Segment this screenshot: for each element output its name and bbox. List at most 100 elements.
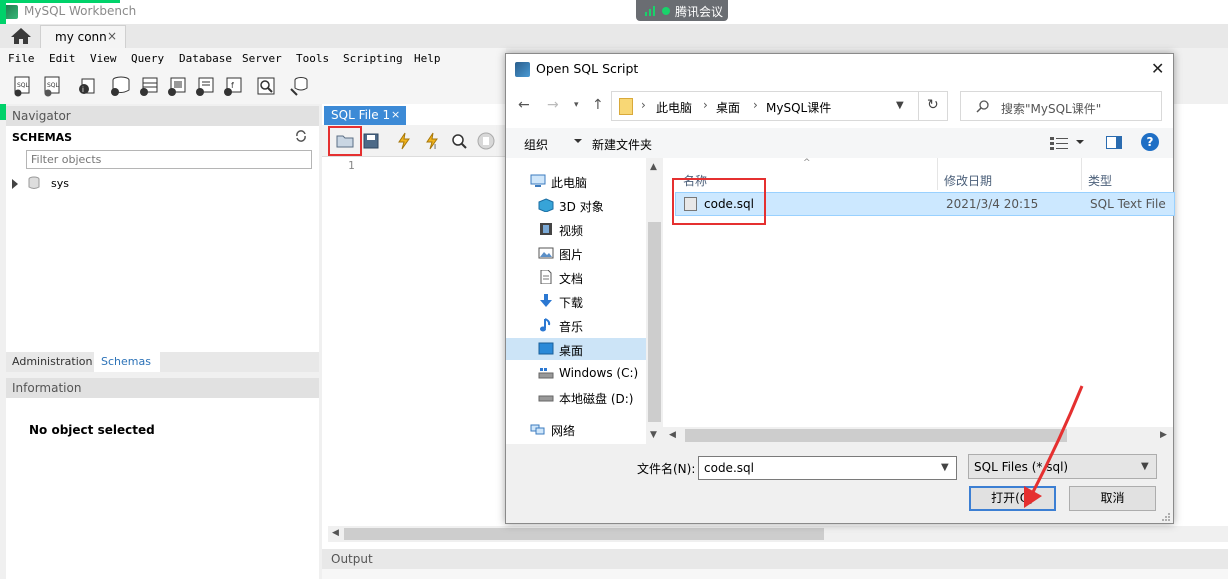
preview-pane-icon[interactable] [1106,136,1122,149]
close-icon[interactable]: ✕ [1151,59,1164,78]
tree-item-pictures[interactable]: 图片 [506,242,646,264]
scroll-left-icon[interactable]: ◀ [669,430,676,440]
column-separator[interactable] [937,158,938,190]
resize-grip-icon[interactable] [1161,512,1171,522]
chevron-down-icon[interactable] [1076,140,1084,144]
cancel-button[interactable]: 取消 [1069,486,1156,511]
tree-item-desktop[interactable]: 桌面 [506,338,646,360]
file-list-horizontal-scrollbar[interactable]: ◀ ▶ [663,427,1173,444]
expand-arrow-icon[interactable] [12,179,18,189]
scroll-up-icon[interactable]: ▲ [650,162,657,172]
scroll-thumb[interactable] [344,528,824,540]
scroll-thumb[interactable] [685,429,1067,442]
create-procedure-icon[interactable] [194,75,216,97]
close-icon[interactable]: × [107,29,117,43]
create-view-icon[interactable] [166,75,188,97]
chevron-down-icon[interactable]: ▼ [896,100,904,111]
refresh-icon[interactable] [295,130,307,142]
scroll-thumb[interactable] [648,222,661,422]
open-button[interactable]: 打开(O) [969,486,1056,511]
tree-item-3d-objects[interactable]: 3D 对象 [506,194,646,216]
execute-lightning-icon[interactable] [394,131,414,151]
chevron-down-icon[interactable]: ▼ [941,462,949,473]
help-icon[interactable]: ? [1141,133,1159,151]
menu-tools[interactable]: Tools [296,52,329,65]
organize-button[interactable]: 组织 [524,136,548,153]
menu-view[interactable]: View [90,52,117,65]
breadcrumb-separator-icon[interactable]: › [753,98,758,112]
schema-filter-input[interactable] [26,150,312,169]
scroll-down-icon[interactable]: ▼ [650,430,657,440]
meeting-label: 腾讯会议 [675,5,724,19]
meeting-status-pill[interactable]: 腾讯会议 [636,0,728,21]
chevron-down-icon[interactable]: ▼ [1141,461,1149,472]
column-header-type[interactable]: 类型 [1088,172,1112,189]
menu-server[interactable]: Server [242,52,282,65]
breadcrumb-separator-icon[interactable]: › [641,98,646,112]
tab-sql-file-1[interactable]: SQL File 1 × [324,106,406,125]
tab-my-conn[interactable]: my conn × [40,25,126,48]
new-sql-tab-icon[interactable]: SQL [12,75,34,97]
up-arrow-icon[interactable]: ↑ [592,97,604,113]
signal-icon [645,6,657,16]
column-separator[interactable] [1081,158,1082,190]
breadcrumb-mysql-folder[interactable]: MySQL课件 [766,99,831,116]
menu-database[interactable]: Database [179,52,232,65]
menu-edit[interactable]: Edit [49,52,76,65]
tree-item-network[interactable]: 网络 [506,418,646,440]
filename-value: code.sql [704,461,754,475]
forward-arrow-icon[interactable]: → [547,97,559,113]
tree-vertical-scrollbar[interactable]: ▲ ▼ [646,158,663,444]
tree-item-music[interactable]: 音乐 [506,314,646,336]
menu-file[interactable]: File [8,52,35,65]
save-icon[interactable] [361,131,381,151]
search-input[interactable]: 搜索"MySQL课件" [960,91,1162,121]
close-icon[interactable]: × [391,108,400,121]
address-bar[interactable]: › 此电脑 › 桌面 › MySQL课件 ▼ [611,91,941,121]
breadcrumb-desktop[interactable]: 桌面 [716,99,740,116]
tree-item-label: 桌面 [559,344,584,358]
breadcrumb-this-pc[interactable]: 此电脑 [656,99,692,116]
create-function-icon[interactable]: f [222,75,244,97]
tree-item-drive-c[interactable]: Windows (C:) [506,362,646,384]
back-arrow-icon[interactable]: ← [518,97,530,113]
create-table-icon[interactable] [138,75,160,97]
tree-item-drive-d[interactable]: 本地磁盘 (D:) [506,386,646,408]
refresh-button[interactable]: ↻ [918,91,948,121]
drive-d-icon [538,395,554,402]
information-panel: No object selected [6,398,319,579]
filename-input[interactable]: code.sql ▼ [698,456,957,480]
tree-item-documents[interactable]: 文档 [506,266,646,288]
scroll-right-icon[interactable]: ▶ [1160,430,1167,440]
breadcrumb-separator-icon[interactable]: › [703,98,708,112]
file-modified-date: 2021/3/4 20:15 [946,197,1039,211]
menu-scripting[interactable]: Scripting [343,52,403,65]
execute-current-icon[interactable]: I [422,131,442,151]
tab-administration[interactable]: Administration [6,352,94,372]
home-icon[interactable] [10,27,32,45]
reconnect-icon[interactable] [288,75,310,97]
network-icon [530,424,545,435]
scroll-left-icon[interactable]: ◀ [332,528,339,538]
column-header-date[interactable]: 修改日期 [944,172,992,189]
create-schema-icon[interactable] [109,75,131,97]
menu-help[interactable]: Help [414,52,441,65]
stop-icon[interactable] [476,131,496,151]
editor-horizontal-scrollbar[interactable]: ◀ [328,526,1228,542]
menu-query[interactable]: Query [131,52,164,65]
tab-schemas[interactable]: Schemas [94,352,160,372]
view-options-icon[interactable] [1050,136,1068,150]
navigator-bottom-tabs: Administration Schemas [6,352,319,372]
search-table-data-icon[interactable] [255,75,277,97]
tree-item-videos[interactable]: 视频 [506,218,646,240]
tree-item-downloads[interactable]: 下载 [506,290,646,312]
tree-item-this-pc[interactable]: 此电脑 [506,170,646,192]
recent-locations-icon[interactable]: ▾ [574,100,579,110]
open-sql-script-icon[interactable]: SQL [42,75,64,97]
new-folder-button[interactable]: 新建文件夹 [592,136,652,153]
schema-item-sys[interactable]: sys [12,176,212,192]
inspector-icon[interactable]: i [76,75,98,97]
chevron-down-icon[interactable] [574,139,582,143]
explain-magnifier-icon[interactable] [449,131,469,151]
file-type-select[interactable]: SQL Files (*.sql) ▼ [968,454,1157,479]
